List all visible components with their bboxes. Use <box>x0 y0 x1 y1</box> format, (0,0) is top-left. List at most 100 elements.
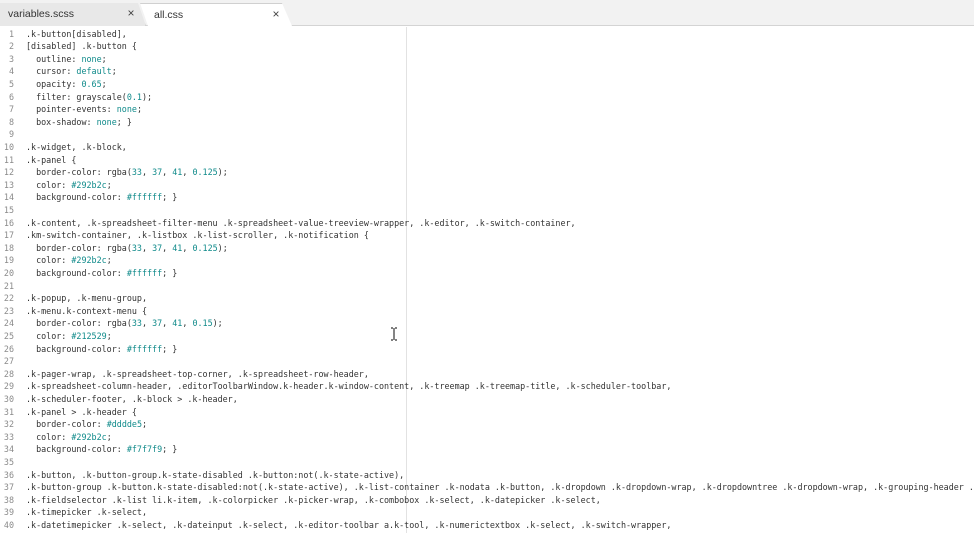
code-line[interactable]: 24 border-color: rgba(33, 37, 41, 0.15); <box>0 317 974 330</box>
code-line[interactable]: 37 .k-button-group .k-button.k-state-disa… <box>0 481 974 494</box>
code-line[interactable]: 2 [disabled] .k-button { <box>0 40 974 53</box>
code-line[interactable]: 29 .k-spreadsheet-column-header, .editorT… <box>0 380 974 393</box>
tab-bar: variables.scss × all.css × <box>0 0 974 26</box>
line-number: 40 <box>3 519 14 530</box>
code-line[interactable]: 15 <box>0 204 974 217</box>
code-token: 33 <box>131 242 142 253</box>
code-text: .k-fieldselector .k-list li.k-item, .k-c… <box>26 494 601 507</box>
code-line[interactable]: 16 .k-content, .k-spreadsheet-filter-menu… <box>0 217 974 230</box>
code-line[interactable]: 3 outline: none; <box>0 53 974 66</box>
code-line[interactable]: 5 opacity: 0.65; <box>0 78 974 91</box>
code-text: .k-datetimepicker .k-select, .k-dateinpu… <box>26 519 671 532</box>
code-token: ; <box>101 78 107 89</box>
code-line[interactable]: 17 .km-switch-container, .k-listbox .k-li… <box>0 229 974 242</box>
code-token: .k-button, .k-button-group.k-state-disab… <box>26 469 405 480</box>
code-text: color: #292b2c; <box>26 431 112 444</box>
code-line[interactable]: 7 pointer-events: none; <box>0 103 974 116</box>
code-token: .k-scheduler-footer, .k-block > .k-heade… <box>26 393 238 404</box>
code-token: ; <box>106 255 112 266</box>
code-line[interactable]: 19 color: #292b2c; <box>0 254 974 267</box>
code-token: 41 <box>172 167 183 178</box>
line-number: 37 <box>3 482 14 493</box>
code-token: color: <box>26 431 72 442</box>
code-line[interactable]: 9 <box>0 128 974 141</box>
code-line[interactable]: 18 border-color: rgba(33, 37, 41, 0.125)… <box>0 242 974 255</box>
code-line[interactable]: 40 .k-datetimepicker .k-select, .k-datein… <box>0 519 974 532</box>
line-number: 39 <box>3 507 14 518</box>
line-number: 31 <box>3 406 14 417</box>
code-text: cursor: default; <box>26 65 117 78</box>
code-token: .k-spreadsheet-column-header, .editorToo… <box>26 381 672 392</box>
tab-all-css[interactable]: all.css × <box>140 3 292 26</box>
code-line[interactable]: 30 .k-scheduler-footer, .k-block > .k-hea… <box>0 393 974 406</box>
code-token: #292b2c <box>71 179 107 190</box>
code-line[interactable]: 25 color: #212529; <box>0 330 974 343</box>
code-token: border-color: rgba( <box>26 242 132 253</box>
code-editor[interactable]: 1 .k-button[disabled], 2 [disabled] .k-butt… <box>0 27 974 533</box>
code-token: 37 <box>152 242 163 253</box>
code-token: .k-content, .k-spreadsheet-filter-menu .… <box>26 217 576 228</box>
code-text: background-color: #f7f7f9; } <box>26 443 177 456</box>
code-token: , <box>182 167 193 178</box>
code-token: #292b2c <box>71 431 107 442</box>
code-text: .k-spreadsheet-column-header, .editorToo… <box>26 380 671 393</box>
code-line[interactable]: 33 color: #292b2c; <box>0 431 974 444</box>
close-icon[interactable]: × <box>269 7 283 21</box>
code-token: outline: <box>26 53 82 64</box>
close-icon[interactable]: × <box>124 6 138 20</box>
code-line[interactable]: 20 background-color: #ffffff; } <box>0 267 974 280</box>
code-line[interactable]: 23 .k-menu.k-context-menu { <box>0 305 974 318</box>
code-token: .k-datetimepicker .k-select, .k-dateinpu… <box>26 519 672 530</box>
code-line[interactable]: 21 <box>0 280 974 293</box>
code-token: .k-panel > .k-header { <box>26 406 137 417</box>
code-token: ; } <box>162 267 178 278</box>
line-number: 35 <box>3 456 14 467</box>
code-token: 33 <box>131 167 142 178</box>
code-token: [disabled] .k-button { <box>26 41 137 52</box>
code-line[interactable]: 38 .k-fieldselector .k-list li.k-item, .k… <box>0 494 974 507</box>
line-number: 25 <box>3 330 14 341</box>
line-number: 15 <box>3 204 14 215</box>
code-line[interactable]: 14 background-color: #ffffff; } <box>0 191 974 204</box>
code-line[interactable]: 35 <box>0 456 974 469</box>
code-line[interactable]: 10 .k-widget, .k-block, <box>0 141 974 154</box>
code-text: .km-switch-container, .k-listbox .k-list… <box>26 229 369 242</box>
code-token: .km-switch-container, .k-listbox .k-list… <box>26 230 369 241</box>
code-text: .k-widget, .k-block, <box>26 141 127 154</box>
code-token: ); <box>217 242 228 253</box>
line-number: 32 <box>3 419 14 430</box>
line-number: 23 <box>3 305 14 316</box>
code-text: .k-content, .k-spreadsheet-filter-menu .… <box>26 217 576 230</box>
code-line[interactable]: 28 .k-pager-wrap, .k-spreadsheet-top-corn… <box>0 368 974 381</box>
line-number: 12 <box>3 167 14 178</box>
code-token: color: <box>26 255 72 266</box>
text-cursor-icon <box>391 327 397 341</box>
code-token: 37 <box>152 167 163 178</box>
code-line[interactable]: 11 .k-panel { <box>0 154 974 167</box>
line-number: 5 <box>8 78 14 89</box>
code-line[interactable]: 31 .k-panel > .k-header { <box>0 406 974 419</box>
line-number: 22 <box>3 293 14 304</box>
code-line[interactable]: 6 filter: grayscale(0.1); <box>0 91 974 104</box>
code-line[interactable]: 13 color: #292b2c; <box>0 179 974 192</box>
code-line[interactable]: 39 .k-timepicker .k-select, <box>0 506 974 519</box>
code-text: .k-panel { <box>26 154 76 167</box>
code-line[interactable]: 4 cursor: default; <box>0 65 974 78</box>
tab-variables-scss[interactable]: variables.scss × <box>0 3 146 26</box>
code-line[interactable]: 22 .k-popup, .k-menu-group, <box>0 292 974 305</box>
code-line[interactable]: 12 border-color: rgba(33, 37, 41, 0.125)… <box>0 166 974 179</box>
code-line[interactable]: 32 border-color: #dddde5; <box>0 418 974 431</box>
code-token: ); <box>212 318 223 329</box>
code-line[interactable]: 26 background-color: #ffffff; } <box>0 343 974 356</box>
code-line[interactable]: 8 box-shadow: none; } <box>0 116 974 129</box>
code-token: #ffffff <box>126 343 163 354</box>
line-number: 26 <box>3 343 14 354</box>
code-line[interactable]: 27 <box>0 355 974 368</box>
line-number: 14 <box>3 192 14 203</box>
code-line[interactable]: 1 .k-button[disabled], <box>0 28 974 41</box>
code-line[interactable]: 34 background-color: #f7f7f9; } <box>0 443 974 456</box>
code-token: border-color: <box>26 419 107 430</box>
code-line[interactable]: 36 .k-button, .k-button-group.k-state-dis… <box>0 469 974 482</box>
code-token: ; <box>101 53 107 64</box>
code-text: .k-button, .k-button-group.k-state-disab… <box>26 469 404 482</box>
